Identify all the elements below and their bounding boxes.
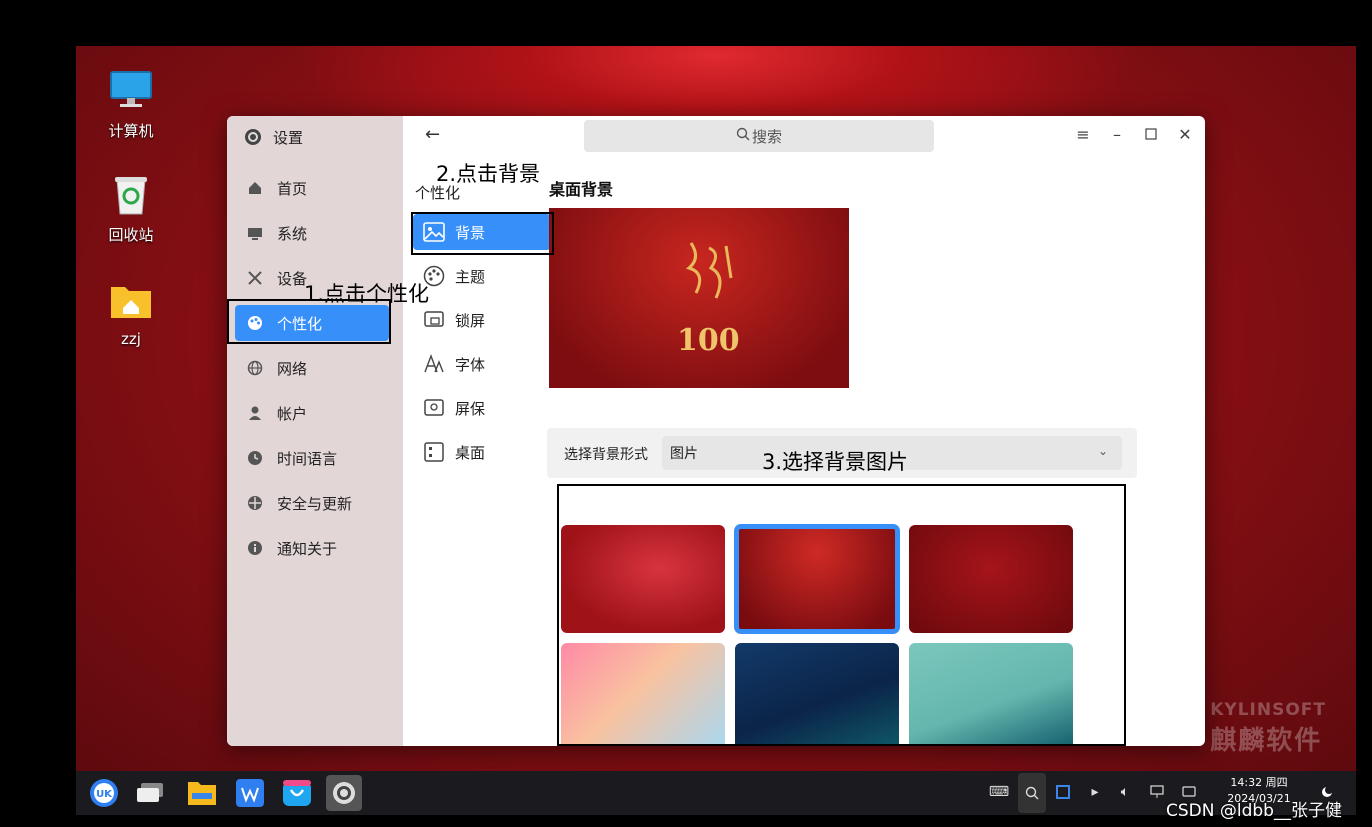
desktop-icon-computer[interactable]: 计算机 <box>76 68 186 141</box>
settings-icon[interactable] <box>326 775 362 811</box>
computer-icon <box>108 68 154 114</box>
home-folder-icon <box>108 278 154 324</box>
sidebar-item-label: 帐户 <box>277 404 308 423</box>
desktop-icon-label: 回收站 <box>108 226 154 244</box>
user-icon <box>247 405 263 421</box>
lockscreen-icon <box>423 309 445 331</box>
desktop-icon-label: 计算机 <box>108 122 154 140</box>
sidebar-item-1[interactable]: 系统 <box>235 215 389 251</box>
annotation-step2: 2.点击背景 <box>436 162 541 186</box>
taskbar: UK ⌨ ▸ 🔈︎ 14:32 周四 2024/03/21 <box>76 771 1356 815</box>
trash-icon <box>108 172 154 218</box>
sidebar-item-7[interactable]: 安全与更新 <box>235 485 389 521</box>
personalization-subpanel: 个性化 背景 主题 锁屏 字体 屏保 桌面 <box>403 116 555 746</box>
sidebar-item-0[interactable]: 首页 <box>235 170 389 206</box>
watermark-cn: 麒麟软件 <box>1210 726 1323 756</box>
desktop-icon-label: zzj <box>121 330 141 348</box>
screenshot-icon[interactable] <box>1052 781 1074 803</box>
sidebar-item-label: 时间语言 <box>277 449 338 468</box>
font-icon <box>423 353 445 375</box>
bg-form-label: 选择背景形式 <box>564 447 648 463</box>
globe-icon <box>247 360 263 376</box>
multitask-view-icon[interactable] <box>132 775 168 811</box>
desktop-icon-trash[interactable]: 回收站 <box>76 172 186 245</box>
window-title-text: 设置 <box>273 128 304 147</box>
desktop: 计算机 回收站 zzj KYLINSOFT 麒麟软件 设置 首页 系统 设备 个… <box>76 46 1356 771</box>
section-title: 桌面背景 <box>549 180 614 199</box>
csdn-watermark: CSDN @ldbb__张子健 <box>1166 801 1342 821</box>
sidebar-item-label: 通知关于 <box>277 539 338 558</box>
subpanel-item-label: 字体 <box>455 355 486 374</box>
software-store-icon[interactable] <box>279 775 315 811</box>
desktop-icon-home[interactable]: zzj <box>76 278 186 348</box>
annotation-step3: 3.选择背景图片 <box>762 450 909 474</box>
clock-time: 14:32 周四 <box>1230 776 1288 789</box>
svg-text:UK: UK <box>96 789 113 800</box>
menu-icon[interactable]: ≡ <box>1073 124 1093 144</box>
sidebar-item-label: 设备 <box>277 269 308 288</box>
file-manager-icon[interactable] <box>184 775 220 811</box>
clock-icon <box>247 450 263 466</box>
window-title: 设置 <box>243 126 303 148</box>
back-arrow-icon[interactable]: ← <box>425 124 445 145</box>
subpanel-item-label: 屏保 <box>455 399 486 418</box>
sidebar-item-label: 安全与更新 <box>277 494 353 513</box>
screen: 计算机 回收站 zzj KYLINSOFT 麒麟软件 设置 首页 系统 设备 个… <box>0 0 1372 827</box>
subpanel-item-3[interactable]: 字体 <box>413 346 551 382</box>
subpanel-item-4[interactable]: 屏保 <box>413 390 551 426</box>
search-input[interactable]: 搜索 <box>584 120 934 152</box>
sidebar-item-label: 网络 <box>277 359 308 378</box>
wps-icon[interactable] <box>232 775 268 811</box>
annotation-step1: 1.点击个性化 <box>304 282 430 306</box>
network-icon[interactable] <box>1146 781 1168 803</box>
annotation-box-2 <box>411 212 554 255</box>
sidebar-item-5[interactable]: 帐户 <box>235 395 389 431</box>
volume-icon[interactable]: 🔈︎ <box>1114 781 1136 803</box>
search-placeholder: 搜索 <box>751 127 782 146</box>
monitor-icon <box>247 225 263 241</box>
preview-number: 100 <box>677 323 740 358</box>
sidebar-item-8[interactable]: 通知关于 <box>235 530 389 566</box>
settings-sidebar: 设置 首页 系统 设备 个性化 网络 帐户 时间语言 安全与更新 通知关于 <box>227 116 403 746</box>
tray-expand-icon[interactable]: ▸ <box>1084 781 1106 803</box>
sidebar-item-label: 首页 <box>277 179 308 198</box>
tools-icon <box>247 270 263 286</box>
watermark-en: KYLINSOFT <box>1210 700 1326 720</box>
sidebar-item-6[interactable]: 时间语言 <box>235 440 389 476</box>
chevron-down-icon: ⌄ <box>1097 444 1108 458</box>
preview-calligraphy <box>681 238 741 299</box>
subpanel-item-2[interactable]: 锁屏 <box>413 302 551 338</box>
screensaver-icon <box>423 397 445 419</box>
wallpaper-preview: 100 <box>549 208 849 388</box>
shield-icon <box>247 495 263 511</box>
sidebar-item-4[interactable]: 网络 <box>235 350 389 386</box>
minimize-icon[interactable]: – <box>1107 124 1127 144</box>
search-icon <box>736 127 750 145</box>
close-icon[interactable]: ✕ <box>1175 124 1195 144</box>
settings-gear-icon <box>243 127 263 147</box>
subpanel-item-5[interactable]: 桌面 <box>413 434 551 470</box>
search-tray-icon[interactable] <box>1018 773 1046 813</box>
bg-form-value: 图片 <box>670 446 698 462</box>
kylin-start-icon[interactable]: UK <box>86 775 122 811</box>
home-icon <box>247 180 263 196</box>
kylinsoft-watermark: KYLINSOFT 麒麟软件 <box>1210 700 1326 757</box>
subpanel-item-label: 锁屏 <box>455 311 486 330</box>
maximize-icon[interactable] <box>1141 124 1161 144</box>
subpanel-item-label: 桌面 <box>455 443 486 462</box>
subpanel-item-label: 主题 <box>455 267 486 286</box>
sidebar-item-label: 系统 <box>277 224 308 243</box>
info-icon <box>247 540 263 556</box>
desktop-grid-icon <box>423 441 445 463</box>
annotation-box-3 <box>557 484 1126 746</box>
subpanel-item-1[interactable]: 主题 <box>413 258 551 294</box>
keyboard-icon[interactable]: ⌨ <box>988 781 1010 803</box>
